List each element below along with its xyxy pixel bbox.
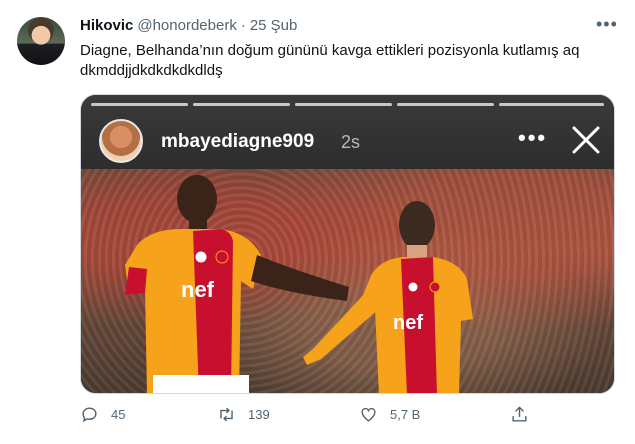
- story-photo: nef nef: [81, 169, 614, 393]
- reply-icon: [82, 407, 97, 423]
- players-illustration: nef nef: [125, 175, 473, 393]
- share-button[interactable]: [510, 405, 529, 424]
- reply-count: 45: [111, 407, 126, 422]
- story-avatar: [99, 119, 143, 163]
- close-icon: [572, 126, 600, 154]
- tweet-media[interactable]: mbayediagne909 2s ••• nef nef: [80, 94, 615, 394]
- display-name[interactable]: Hikovic: [80, 17, 133, 34]
- more-icon[interactable]: •••: [596, 15, 618, 33]
- jersey-sponsor-right: nef: [393, 312, 423, 334]
- story-progress-bar: [397, 103, 494, 106]
- story-more-icon: •••: [518, 125, 548, 150]
- retweet-icon: [220, 407, 233, 422]
- retweet-count: 139: [248, 407, 270, 422]
- user-avatar[interactable]: [17, 17, 65, 65]
- like-button[interactable]: 5,7 B: [359, 405, 420, 424]
- story-time: 2s: [341, 132, 361, 152]
- story-username: mbayediagne909: [161, 131, 315, 152]
- jersey-sponsor-left: nef: [181, 277, 215, 302]
- story-progress-bar: [193, 103, 290, 106]
- tweet-text: Diagne, Belhanda’nın doğum gününü kavga …: [80, 42, 580, 79]
- retweet-button[interactable]: 139: [217, 405, 270, 424]
- story-progress-bar: [91, 103, 188, 106]
- story-header: mbayediagne909 2s •••: [81, 95, 614, 169]
- tweet-actions: 45 139 5,7 B: [80, 405, 540, 431]
- share-icon: [512, 406, 527, 422]
- reply-button[interactable]: 45: [80, 405, 125, 424]
- story-progress-bar: [499, 103, 604, 106]
- like-count: 5,7 B: [390, 407, 421, 422]
- tweet-header: Hikovic @honordeberk · 25 Şub: [80, 17, 297, 37]
- user-handle[interactable]: @honordeberk: [137, 17, 236, 34]
- story-progress-bar: [295, 103, 392, 106]
- tweet-date[interactable]: 25 Şub: [250, 17, 298, 34]
- tweet[interactable]: Hikovic @honordeberk · 25 Şub ••• Diagne…: [0, 0, 635, 444]
- like-icon: [361, 407, 376, 422]
- separator-dot: ·: [240, 17, 246, 34]
